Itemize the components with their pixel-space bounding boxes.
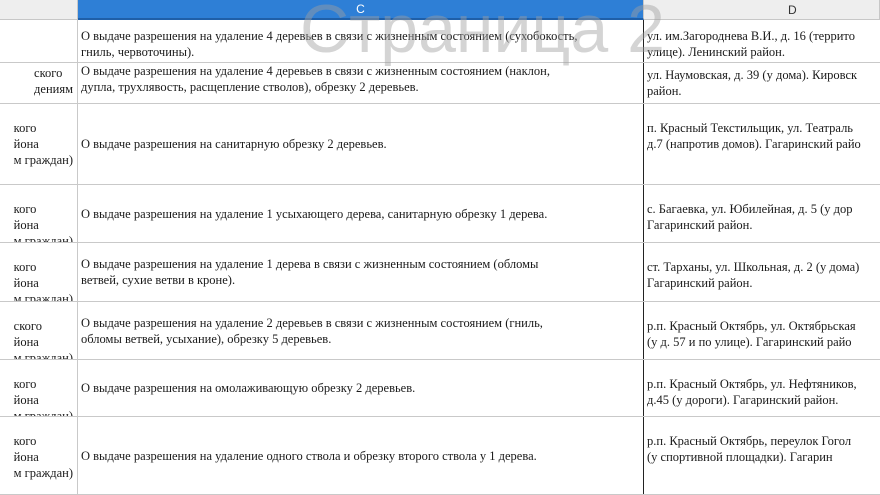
- cell-text: р.п. Красный Октябрь, переулок Гогол: [647, 434, 852, 448]
- cell-text: м граждан): [13, 351, 73, 359]
- cell-d[interactable]: с. Багаевка, ул. Юбилейная, д. 5 (у дор Г…: [644, 185, 880, 242]
- cell-text: кого: [13, 121, 37, 135]
- cell-text: ул. им.Загороднева В.И., д. 16 (террито: [647, 29, 855, 43]
- cell-text: м граждан): [13, 153, 73, 167]
- cell-text: ского: [34, 66, 63, 80]
- cell-text: йона: [13, 335, 39, 349]
- column-header-d[interactable]: D: [644, 0, 880, 20]
- cell-text: О выдаче разрешения на удаление 4 деревь…: [81, 64, 550, 78]
- cell-c[interactable]: О выдаче разрешения на санитарную обрезк…: [78, 104, 644, 184]
- cell-text: О выдаче разрешения на омолаживающую обр…: [81, 381, 416, 395]
- cell-text: (у спортивной площадки). Гагарин: [647, 450, 833, 464]
- cell-text: м граждан): [13, 409, 73, 416]
- cell-c[interactable]: О выдаче разрешения на удаление 4 деревь…: [78, 20, 644, 62]
- cell-text: ст. Тарханы, ул. Школьная, д. 2 (у дома): [647, 260, 860, 274]
- cell-text: м граждан): [13, 466, 73, 480]
- table-row: кого йона м граждан) О выдаче разрешения на…: [0, 360, 880, 417]
- column-header-b[interactable]: [0, 0, 78, 20]
- cell-b[interactable]: кого йона м граждан): [0, 243, 78, 301]
- cell-text: О выдаче разрешения на удаление 1 усыхаю…: [81, 206, 548, 221]
- cell-c[interactable]: О выдаче разрешения на удаление одного с…: [78, 417, 644, 494]
- cell-text: йона: [13, 276, 39, 290]
- cell-d[interactable]: ул. Наумовская, д. 39 (у дома). Кировск р…: [644, 63, 880, 103]
- cell-text: кого: [13, 260, 37, 274]
- cell-b[interactable]: кого йона м граждан): [0, 417, 78, 494]
- table-row: кого йона м граждан) О выдаче разрешения на…: [0, 243, 880, 302]
- cell-text: с. Багаевка, ул. Юбилейная, д. 5 (у дор: [647, 202, 853, 216]
- cell-text: м граждан): [13, 234, 73, 242]
- cell-text: д.7 (напротив домов). Гагаринский райо: [647, 137, 861, 151]
- cell-d[interactable]: п. Красный Текстильщик, ул. Театраль д.7 …: [644, 104, 880, 184]
- cell-text: м граждан): [13, 292, 73, 301]
- cell-text: йона: [13, 450, 39, 464]
- cell-text: Гагаринский район.: [647, 218, 753, 232]
- cell-text: д.45 (у дороги). Гагаринский район.: [647, 393, 839, 407]
- cell-d[interactable]: р.п. Красный Октябрь, ул. Октябрьская (у…: [644, 302, 880, 359]
- cell-text: ул. Наумовская, д. 39 (у дома). Кировск: [647, 68, 858, 82]
- cell-text: кого: [13, 377, 37, 391]
- cell-c[interactable]: О выдаче разрешения на удаление 4 деревь…: [78, 63, 644, 103]
- cell-b[interactable]: кого йона м граждан): [0, 360, 78, 416]
- cell-b[interactable]: кого йона м граждан): [0, 185, 78, 242]
- cell-b[interactable]: ского дениям: [0, 63, 78, 103]
- cell-text: йона: [13, 137, 39, 151]
- cell-text: йона: [13, 393, 39, 407]
- cell-c[interactable]: О выдаче разрешения на удаление 1 дерева…: [78, 243, 644, 301]
- cell-text: О выдаче разрешения на удаление 2 деревь…: [81, 315, 543, 330]
- cell-text: О выдаче разрешения на удаление 1 дерева…: [81, 257, 539, 271]
- cell-text: р.п. Красный Октябрь, ул. Октябрьская: [647, 319, 856, 333]
- cell-c[interactable]: О выдаче разрешения на удаление 1 усыхаю…: [78, 185, 644, 242]
- cell-b[interactable]: [0, 20, 78, 62]
- cell-b[interactable]: ского йона м граждан): [0, 302, 78, 359]
- table-row: ского дениям О выдаче разрешения на удален…: [0, 63, 880, 104]
- cell-text: О выдаче разрешения на удаление одного с…: [81, 448, 537, 463]
- table-row: ского йона м граждан) О выдаче разрешения н…: [0, 302, 880, 360]
- cell-text: дениям: [34, 82, 73, 96]
- table-row: О выдаче разрешения на удаление 4 деревь…: [0, 20, 880, 63]
- table-row: кого йона м граждан) О выдаче разрешения на…: [0, 185, 880, 243]
- table-row: кого йона м граждан) О выдаче разрешения на…: [0, 417, 880, 495]
- cell-text: улице). Ленинский район.: [647, 45, 785, 59]
- cell-text: (у д. 57 и по улице). Гагаринский райо: [647, 335, 852, 349]
- cell-text: ского: [13, 319, 42, 333]
- cell-text: йона: [13, 218, 39, 232]
- cell-text: Гагаринский район.: [647, 276, 753, 290]
- cell-text: р.п. Красный Октябрь, ул. Нефтяников,: [647, 377, 857, 391]
- cell-text: кого: [13, 434, 37, 448]
- cell-text: обломы ветвей, усыхание), обрезку 5 дере…: [81, 331, 332, 346]
- cell-text: кого: [13, 202, 37, 216]
- cell-text: дупла, трухлявость, расщепление стволов)…: [81, 80, 419, 94]
- cell-text: п. Красный Текстильщик, ул. Театраль: [647, 121, 854, 135]
- cell-text: ветвей, сухие ветви в кроне).: [81, 273, 236, 287]
- cell-d[interactable]: р.п. Красный Октябрь, переулок Гогол (у …: [644, 417, 880, 494]
- cell-text: район.: [647, 84, 682, 98]
- column-header-c[interactable]: C: [78, 0, 644, 20]
- cell-d[interactable]: ст. Тарханы, ул. Школьная, д. 2 (у дома)…: [644, 243, 880, 301]
- spreadsheet: C D О выдаче разрешения на удаление 4 де…: [0, 0, 880, 495]
- cell-d[interactable]: р.п. Красный Октябрь, ул. Нефтяников, д.4…: [644, 360, 880, 416]
- cell-c[interactable]: О выдаче разрешения на удаление 2 деревь…: [78, 302, 644, 359]
- cell-d[interactable]: ул. им.Загороднева В.И., д. 16 (террито у…: [644, 20, 880, 62]
- cell-c[interactable]: О выдаче разрешения на омолаживающую обр…: [78, 360, 644, 416]
- cell-text: О выдаче разрешения на удаление 4 деревь…: [81, 29, 578, 43]
- cell-b[interactable]: кого йона м граждан): [0, 104, 78, 184]
- cell-text: гниль, червоточины).: [81, 45, 195, 59]
- cell-text: О выдаче разрешения на санитарную обрезк…: [81, 137, 387, 151]
- table-row: кого йона м граждан) О выдаче разрешения на…: [0, 104, 880, 185]
